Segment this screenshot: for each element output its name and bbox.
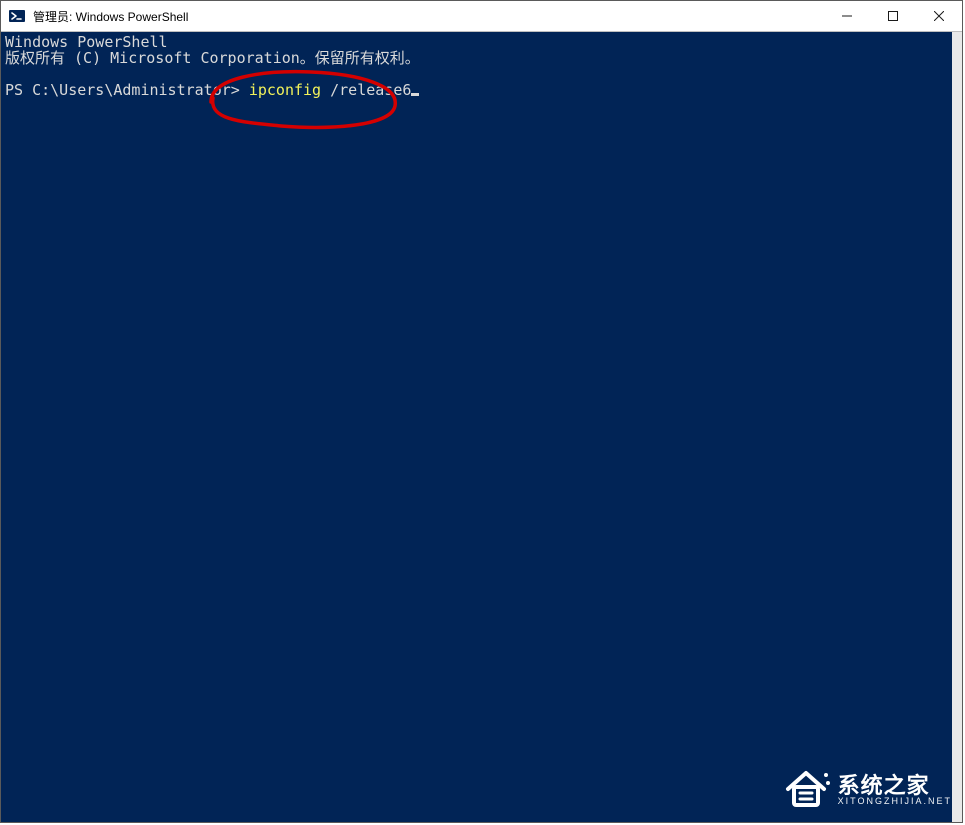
header-line-2: 版权所有 (C) Microsoft Corporation。保留所有权利。 <box>5 49 420 67</box>
command-text: ipconfig <box>249 81 330 99</box>
prompt-text: PS C:\Users\Administrator> <box>5 81 249 99</box>
prompt-line[interactable]: PS C:\Users\Administrator> ipconfig /rel… <box>5 82 419 98</box>
client-area: Windows PowerShell 版权所有 (C) Microsoft Co… <box>1 32 962 822</box>
window-title: 管理员: Windows PowerShell <box>33 8 824 25</box>
powershell-icon <box>9 8 25 24</box>
titlebar[interactable]: 管理员: Windows PowerShell <box>1 1 962 32</box>
window-controls <box>824 1 962 31</box>
close-button[interactable] <box>916 1 962 31</box>
text-cursor <box>411 93 419 96</box>
highlight-annotation <box>191 64 411 136</box>
minimize-button[interactable] <box>824 1 870 31</box>
vertical-scrollbar[interactable] <box>952 32 962 822</box>
terminal[interactable]: Windows PowerShell 版权所有 (C) Microsoft Co… <box>1 32 952 822</box>
terminal-output: Windows PowerShell 版权所有 (C) Microsoft Co… <box>5 34 948 66</box>
maximize-button[interactable] <box>870 1 916 31</box>
argument-text: /release6 <box>330 81 411 99</box>
powershell-window: 管理员: Windows PowerShell Windows PowerShe… <box>0 0 963 823</box>
